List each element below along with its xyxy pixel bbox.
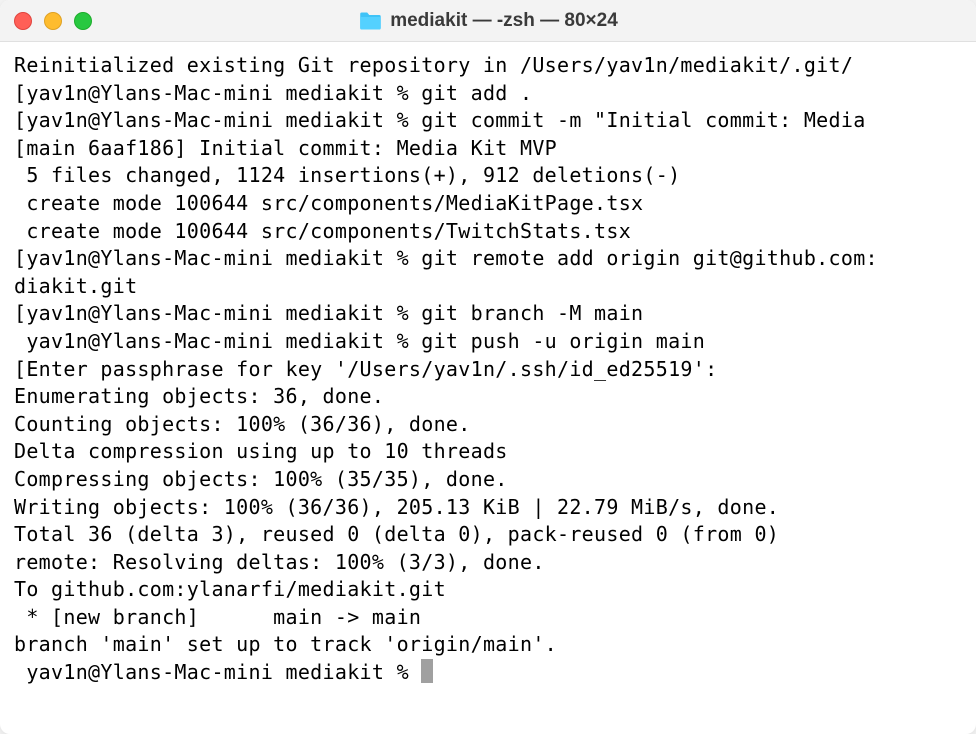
terminal-line: [Enter passphrase for key '/Users/yav1n/… [14, 356, 962, 384]
terminal-line: yav1n@Ylans-Mac-mini mediakit % git push… [14, 328, 962, 356]
terminal-line: Enumerating objects: 36, done. [14, 383, 962, 411]
maximize-button[interactable] [74, 12, 92, 30]
folder-icon [358, 11, 382, 31]
terminal-line: Writing objects: 100% (36/36), 205.13 Ki… [14, 494, 962, 522]
traffic-lights [14, 12, 92, 30]
window-title: mediakit — -zsh — 80×24 [390, 10, 618, 32]
terminal-line: [yav1n@Ylans-Mac-mini mediakit % git bra… [14, 300, 962, 328]
close-button[interactable] [14, 12, 32, 30]
terminal-line: To github.com:ylanarfi/mediakit.git [14, 576, 962, 604]
cursor [421, 659, 433, 683]
terminal-line: * [new branch] main -> main [14, 604, 962, 632]
terminal-body[interactable]: Reinitialized existing Git repository in… [0, 42, 976, 734]
window-title-container: mediakit — -zsh — 80×24 [358, 10, 618, 32]
terminal-line: Total 36 (delta 3), reused 0 (delta 0), … [14, 521, 962, 549]
terminal-window: mediakit — -zsh — 80×24 Reinitialized ex… [0, 0, 976, 734]
terminal-line: Counting objects: 100% (36/36), done. [14, 411, 962, 439]
terminal-line: [yav1n@Ylans-Mac-mini mediakit % git add… [14, 80, 962, 108]
terminal-line: Compressing objects: 100% (35/35), done. [14, 466, 962, 494]
terminal-line: [main 6aaf186] Initial commit: Media Kit… [14, 135, 962, 163]
terminal-line: create mode 100644 src/components/MediaK… [14, 190, 962, 218]
terminal-prompt-line: yav1n@Ylans-Mac-mini mediakit % [14, 659, 962, 687]
terminal-line: [yav1n@Ylans-Mac-mini mediakit % git rem… [14, 245, 962, 273]
terminal-line: Reinitialized existing Git repository in… [14, 52, 962, 80]
minimize-button[interactable] [44, 12, 62, 30]
terminal-line: 5 files changed, 1124 insertions(+), 912… [14, 162, 962, 190]
title-bar: mediakit — -zsh — 80×24 [0, 0, 976, 42]
terminal-line: create mode 100644 src/components/Twitch… [14, 218, 962, 246]
terminal-prompt: yav1n@Ylans-Mac-mini mediakit % [14, 660, 421, 684]
terminal-line: Delta compression using up to 10 threads [14, 438, 962, 466]
terminal-line: diakit.git [14, 273, 962, 301]
terminal-line: remote: Resolving deltas: 100% (3/3), do… [14, 549, 962, 577]
terminal-line: [yav1n@Ylans-Mac-mini mediakit % git com… [14, 107, 962, 135]
terminal-line: branch 'main' set up to track 'origin/ma… [14, 631, 962, 659]
